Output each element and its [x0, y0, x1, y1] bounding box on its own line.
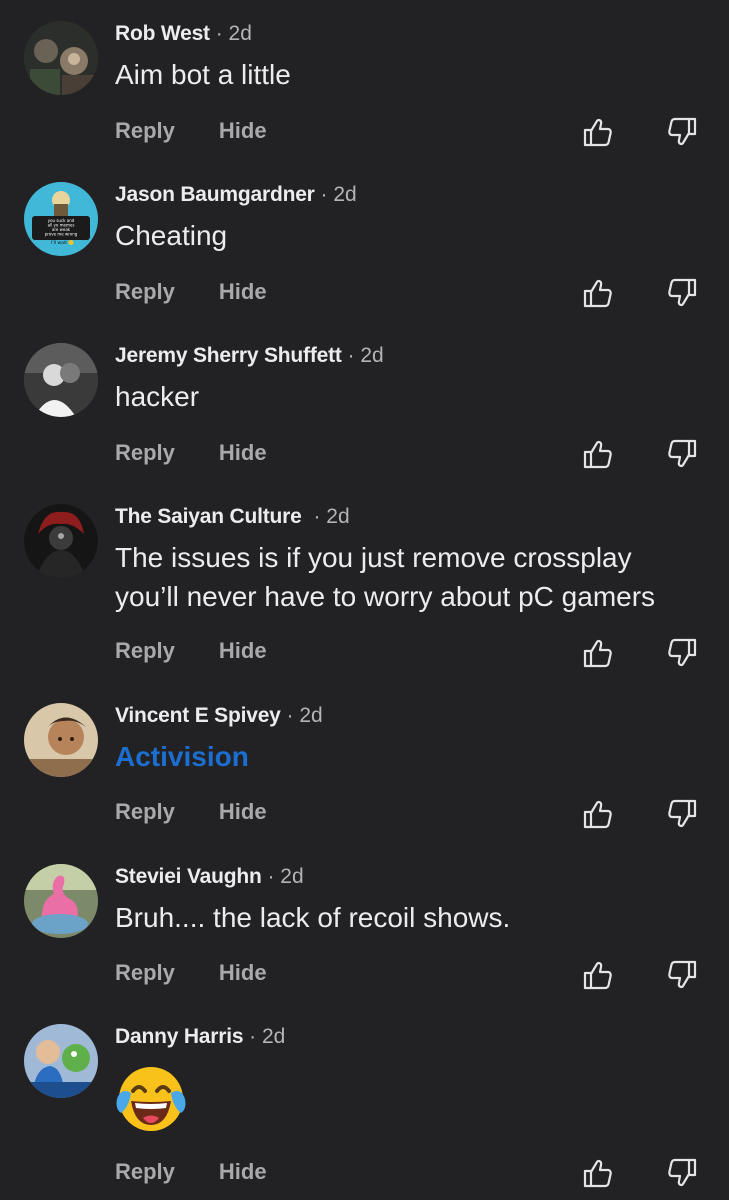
thumbs-up-icon[interactable]	[582, 1157, 614, 1189]
thumbs-up-icon[interactable]	[582, 959, 614, 991]
reply-button[interactable]: Reply	[115, 799, 175, 825]
comment-actions: Reply Hide	[115, 440, 267, 466]
comment-header: Rob West · 2d	[115, 21, 252, 47]
hide-button[interactable]: Hide	[219, 799, 267, 825]
author-name[interactable]: Danny Harris	[115, 1025, 244, 1048]
timestamp: · 2d	[267, 865, 304, 888]
thumbs-up-icon[interactable]	[582, 798, 614, 830]
timestamp: · 2d	[320, 183, 357, 206]
reply-button[interactable]: Reply	[115, 638, 175, 664]
reply-button[interactable]: Reply	[115, 1159, 175, 1185]
comment-actions: Reply Hide	[115, 118, 267, 144]
author-name[interactable]: Steviei Vaughn	[115, 865, 262, 888]
author-name[interactable]: Jason Baumgardner	[115, 183, 315, 206]
comment-text: Cheating	[115, 220, 228, 251]
reply-button[interactable]: Reply	[115, 279, 175, 305]
avatar-text: I'll wait	[51, 240, 67, 246]
hide-button[interactable]: Hide	[219, 1159, 267, 1185]
avatar[interactable]	[24, 864, 98, 938]
comment-text: Bruh.... the lack of recoil shows.	[115, 902, 511, 933]
timestamp: · 2d	[313, 505, 350, 528]
thumbs-down-icon[interactable]	[666, 798, 698, 830]
comment-header: Steviei Vaughn · 2d	[115, 864, 304, 890]
author-name[interactable]: Rob West	[115, 22, 210, 45]
hide-button[interactable]: Hide	[219, 440, 267, 466]
timestamp: · 2d	[215, 22, 252, 45]
thumbs-down-icon[interactable]	[666, 637, 698, 669]
comment-text[interactable]: Activision	[115, 737, 705, 776]
author-name[interactable]: The Saiyan Culture	[115, 505, 302, 528]
comment-actions: Reply Hide	[115, 799, 267, 825]
comment-header: The Saiyan Culture · 2d	[115, 504, 350, 530]
comment-text-line: you’ll never have to worry about pC game…	[115, 581, 656, 612]
thumbs-up-icon[interactable]	[582, 438, 614, 470]
hide-button[interactable]: Hide	[219, 960, 267, 986]
avatar[interactable]	[24, 504, 98, 578]
hide-button[interactable]: Hide	[219, 279, 267, 305]
thumbs-down-icon[interactable]	[666, 277, 698, 309]
face-with-tears-of-joy-icon	[115, 1063, 187, 1135]
timestamp: · 2d	[249, 1025, 286, 1048]
comment-actions: Reply Hide	[115, 279, 267, 305]
comment-actions: Reply Hide	[115, 638, 267, 664]
avatar[interactable]	[24, 1024, 98, 1098]
reply-button[interactable]: Reply	[115, 440, 175, 466]
reply-button[interactable]: Reply	[115, 118, 175, 144]
thumbs-up-icon[interactable]	[582, 277, 614, 309]
comment-header: Vincent E Spivey · 2d	[115, 703, 323, 729]
comment-text: Aim bot a little	[115, 59, 291, 90]
reply-button[interactable]: Reply	[115, 960, 175, 986]
thumbs-up-icon[interactable]	[582, 637, 614, 669]
thumbs-down-icon[interactable]	[666, 1157, 698, 1189]
timestamp: · 2d	[347, 344, 384, 367]
comment-header: Danny Harris · 2d	[115, 1024, 285, 1050]
comment-header: Jason Baumgardner · 2d	[115, 182, 357, 208]
avatar[interactable]	[24, 343, 98, 417]
comment-text-line: The issues is if you just remove crosspl…	[115, 542, 632, 573]
comment-text: hacker	[115, 381, 200, 412]
comment-text: The issues is if you just remove crosspl…	[115, 538, 705, 616]
hide-button[interactable]: Hide	[219, 638, 267, 664]
thumbs-down-icon[interactable]	[666, 959, 698, 991]
comment-actions: Reply Hide	[115, 1159, 267, 1185]
thumbs-down-icon[interactable]	[666, 438, 698, 470]
avatar[interactable]: you suck and all yo memes are weak prove…	[24, 182, 98, 256]
hide-button[interactable]: Hide	[219, 118, 267, 144]
comment-header: Jeremy Sherry Shuffett · 2d	[115, 343, 384, 369]
avatar-text: prove me wrong	[45, 232, 78, 237]
avatar[interactable]	[24, 703, 98, 777]
author-name[interactable]: Vincent E Spivey	[115, 704, 281, 727]
author-name[interactable]: Jeremy Sherry Shuffett	[115, 344, 342, 367]
avatar[interactable]	[24, 21, 98, 95]
thumbs-up-icon[interactable]	[582, 116, 614, 148]
comment-actions: Reply Hide	[115, 960, 267, 986]
comments-list: Rob West · 2d Aim bot a little Reply Hide…	[0, 0, 729, 1200]
thumbs-down-icon[interactable]	[666, 116, 698, 148]
timestamp: · 2d	[286, 704, 323, 727]
